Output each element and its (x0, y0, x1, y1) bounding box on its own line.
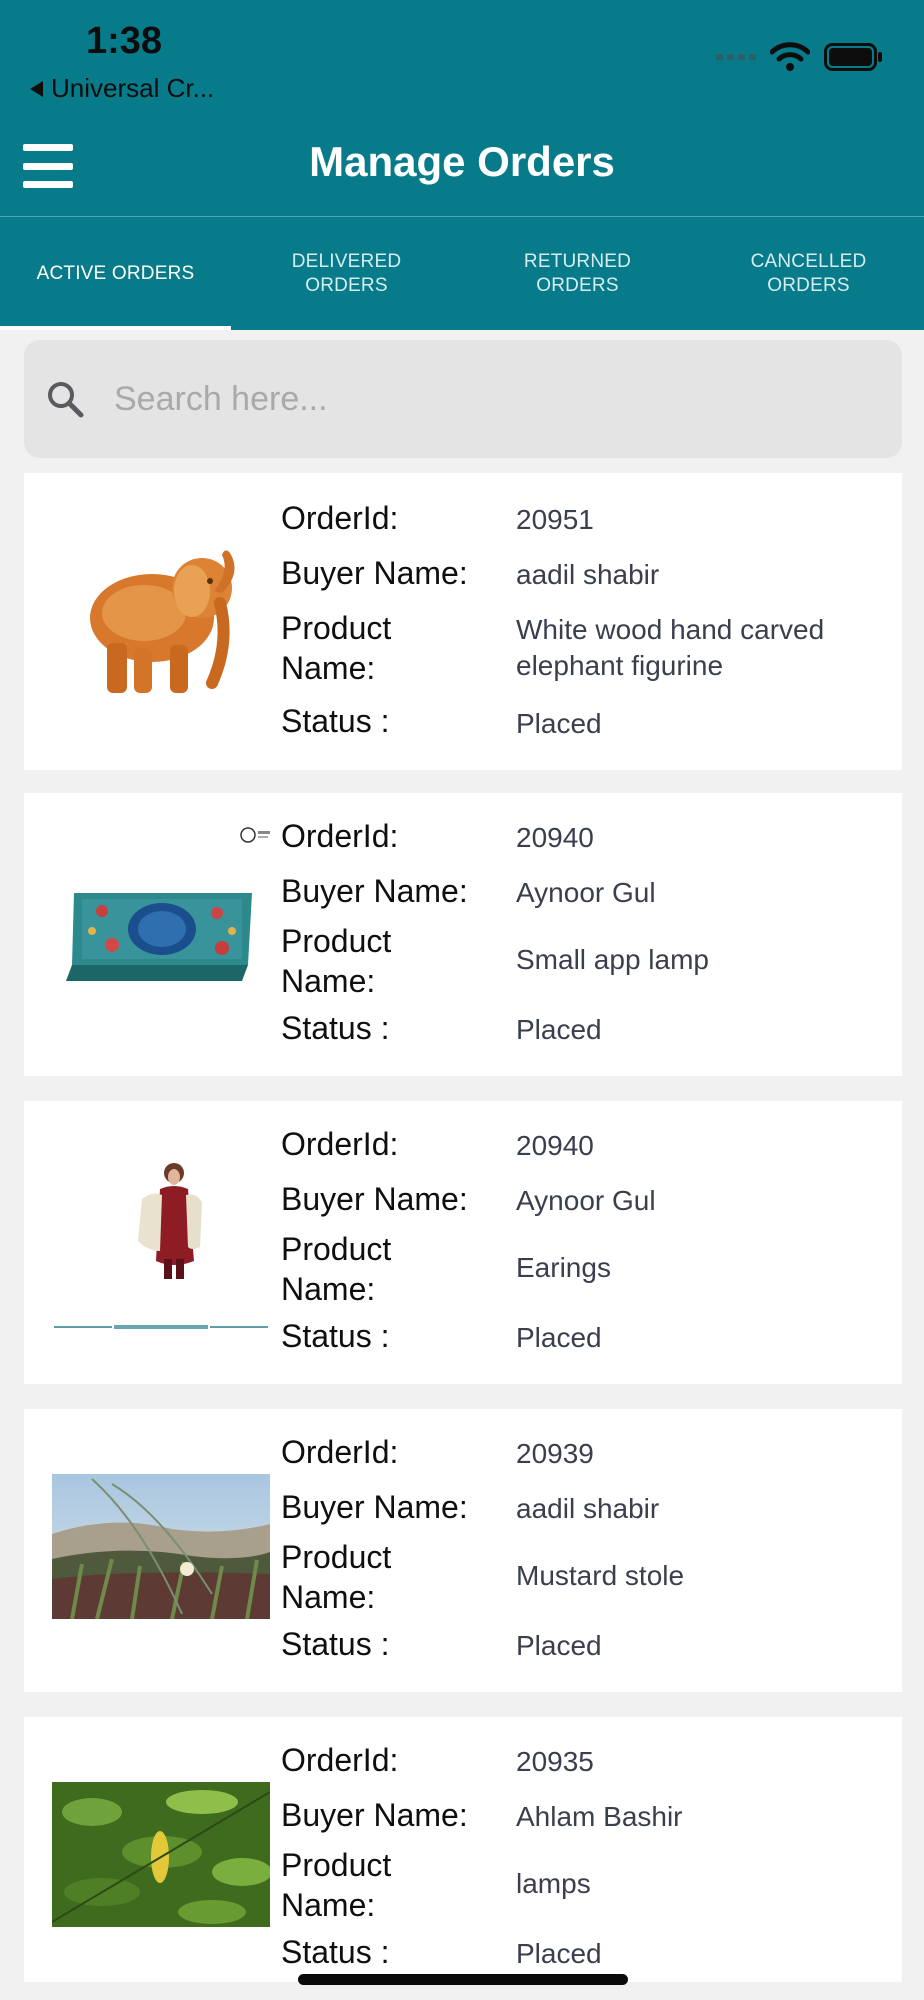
status-label: Status : (281, 1934, 390, 1970)
order-id-label: OrderId: (281, 818, 399, 854)
product-name-label: Product Name: (281, 1539, 392, 1615)
back-arrow-icon (30, 80, 43, 97)
back-app-label: Universal Cr... (51, 73, 215, 103)
buyer-name-label: Buyer Name: (281, 1797, 468, 1833)
tab-cancelled-orders[interactable]: CANCELLED ORDERS (693, 217, 924, 330)
tab-returned-orders[interactable]: RETURNED ORDERS (462, 217, 693, 330)
manage-orders-screen: 1:38 Universal Cr... Manage Orders ACTIV… (0, 0, 924, 2000)
product-name-label: Product Name: (281, 923, 392, 999)
status-label: Status : (281, 703, 390, 739)
order-id-value: 20940 (516, 822, 594, 853)
wifi-icon (770, 42, 810, 71)
buyer-name-label: Buyer Name: (281, 873, 468, 909)
order-card[interactable]: OrderId: 20935 Buyer Name: Ahlam Bashir … (24, 1717, 902, 1982)
elephant-figurine-image (90, 550, 235, 693)
buyer-name-label: Buyer Name: (281, 1489, 468, 1525)
product-name-label: Product Name: (281, 610, 392, 686)
order-tabs: ACTIVE ORDERS DELIVERED ORDERS RETURNED … (0, 217, 924, 330)
product-name-value: White wood hand carved elephant figurine (516, 614, 825, 681)
tab-delivered-orders[interactable]: DELIVERED ORDERS (231, 217, 462, 330)
status-value: Placed (516, 1630, 602, 1661)
page-title: Manage Orders (309, 138, 615, 185)
buyer-name-value: Aynoor Gul (516, 1185, 656, 1216)
buyer-name-value: Ahlam Bashir (516, 1801, 683, 1832)
search-input[interactable] (114, 340, 874, 458)
buyer-name-value: aadil shabir (516, 559, 660, 590)
product-name-label: Product Name: (281, 1231, 392, 1307)
buyer-name-label: Buyer Name: (281, 555, 468, 591)
status-indicators (716, 42, 884, 72)
order-id-label: OrderId: (281, 500, 399, 536)
product-name-value: Earings (516, 1252, 611, 1283)
dune-vegetation-image (52, 1474, 270, 1619)
tab-active-orders[interactable]: ACTIVE ORDERS (0, 217, 231, 330)
status-time: 1:38 (86, 20, 163, 62)
product-name-value: Small app lamp (516, 944, 709, 975)
order-card[interactable]: OrderId: 20951 Buyer Name: aadil shabir … (24, 473, 902, 770)
app-header: 1:38 Universal Cr... Manage Orders ACTIV… (0, 0, 924, 330)
status-label: Status : (281, 1318, 390, 1354)
buyer-name-value: Aynoor Gul (516, 877, 656, 908)
buyer-name-label: Buyer Name: (281, 1181, 468, 1217)
status-value: Placed (516, 1322, 602, 1353)
back-to-app-link[interactable]: Universal Cr... (30, 73, 214, 104)
order-id-value: 20951 (516, 504, 594, 535)
decorated-box-image (66, 827, 270, 981)
order-id-value: 20939 (516, 1438, 594, 1469)
product-name-value: Mustard stole (516, 1560, 685, 1591)
cellular-signal-icon (716, 54, 756, 60)
status-value: Placed (516, 1938, 602, 1969)
order-id-label: OrderId: (281, 1434, 399, 1470)
order-id-value: 20940 (516, 1130, 594, 1161)
order-id-value: 20935 (516, 1746, 594, 1777)
battery-icon (824, 43, 882, 71)
search-icon (48, 382, 84, 418)
product-name-value: lamps (516, 1868, 591, 1899)
title-bar: Manage Orders (0, 118, 924, 218)
status-label: Status : (281, 1010, 390, 1046)
order-card[interactable]: OrderId: 20939 Buyer Name: aadil shabir … (24, 1409, 902, 1692)
velvet-pheran-image (54, 1163, 268, 1329)
order-id-label: OrderId: (281, 1742, 399, 1778)
home-indicator (298, 1974, 628, 1985)
order-card[interactable]: OrderId: 20940 Buyer Name: Aynoor Gul Pr… (24, 1101, 902, 1384)
search-bar[interactable] (24, 340, 902, 458)
status-value: Placed (516, 1014, 602, 1045)
product-name-label: Product Name: (281, 1847, 392, 1923)
green-foliage-image (52, 1782, 270, 1927)
order-id-label: OrderId: (281, 1126, 399, 1162)
order-card[interactable]: OrderId: 20940 Buyer Name: Aynoor Gul Pr… (24, 793, 902, 1076)
buyer-name-value: aadil shabir (516, 1493, 660, 1524)
status-value: Placed (516, 708, 602, 739)
status-label: Status : (281, 1626, 390, 1662)
